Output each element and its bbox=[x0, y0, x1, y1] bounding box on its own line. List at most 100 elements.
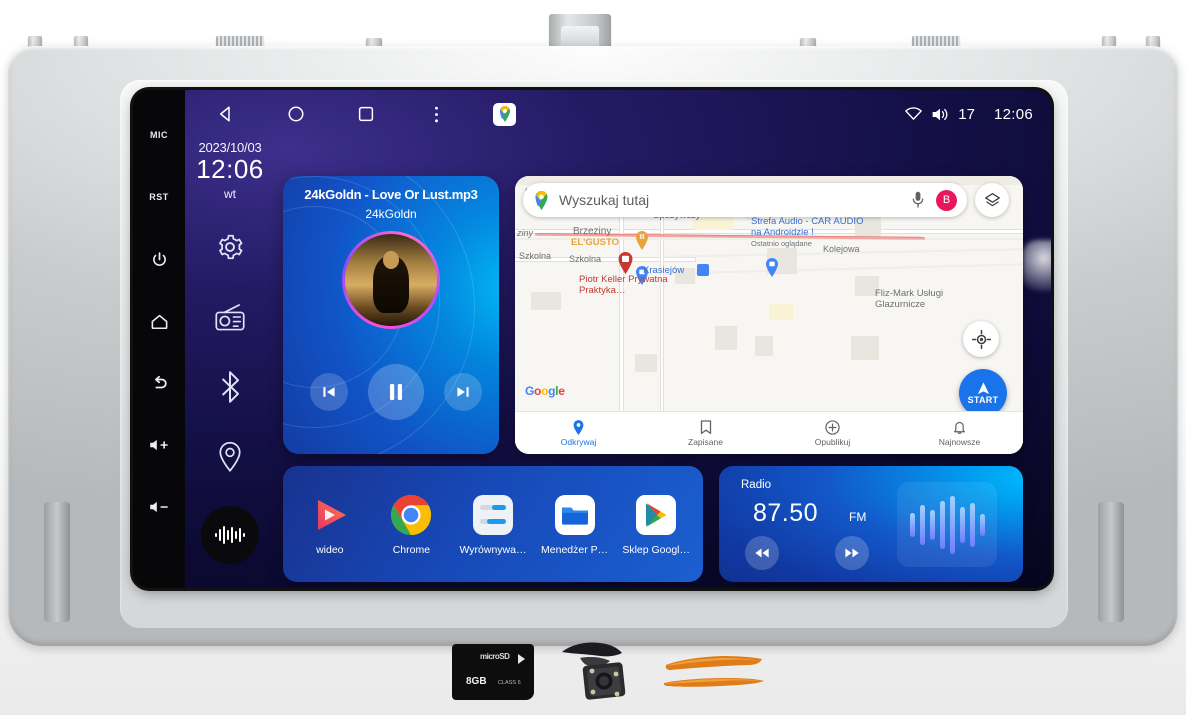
app-label: Wyrównywa… bbox=[459, 543, 527, 556]
map-search-bar[interactable]: Wyszukaj tutaj B bbox=[523, 183, 967, 217]
music-next-button[interactable] bbox=[444, 373, 482, 411]
map-road bbox=[620, 190, 623, 420]
navigation-buttons bbox=[213, 101, 516, 127]
screen-glare bbox=[1023, 240, 1051, 292]
rail-item-music-shortcut[interactable] bbox=[201, 506, 259, 564]
skip-previous-icon bbox=[323, 387, 335, 397]
music-artist: 24kGoldn bbox=[365, 207, 417, 221]
android-home-screen[interactable]: 17 12:06 2023/10/03 12:06 wt 24kGoldn - … bbox=[185, 90, 1051, 588]
map-poi-sub: Ostatnio oglądane bbox=[751, 238, 812, 248]
rail-item-settings[interactable] bbox=[203, 220, 257, 274]
radio-seek-up-button[interactable] bbox=[835, 536, 869, 570]
audio-bars-icon bbox=[959, 506, 965, 543]
app-shortcut-equalizer[interactable]: Wyrównywa… bbox=[455, 493, 531, 556]
google-logo: Google bbox=[525, 384, 565, 398]
touchscreen[interactable]: MIC RST 17 12:06 2023/10/03 12:06 wt 24k… bbox=[133, 90, 1051, 588]
map-layers-button[interactable] bbox=[975, 183, 1009, 217]
volume-level: 17 bbox=[958, 105, 975, 123]
bell-icon bbox=[954, 421, 965, 434]
hardkey-back[interactable] bbox=[133, 352, 185, 414]
map-station-badge[interactable] bbox=[697, 264, 709, 276]
map-poi-label[interactable]: Krasiejów bbox=[643, 265, 685, 277]
map-pin-restaurant[interactable] bbox=[635, 231, 649, 250]
rewind-icon bbox=[755, 548, 769, 558]
app-shortcut-video[interactable]: wideo bbox=[292, 493, 368, 556]
app-shortcut-play-store[interactable]: Sklep Googl… bbox=[618, 493, 694, 556]
explore-pin-icon bbox=[573, 419, 584, 435]
nav-back-button[interactable] bbox=[213, 101, 239, 127]
music-play-pause-button[interactable] bbox=[368, 364, 424, 420]
map-nav-contribute[interactable]: Opublikuj bbox=[769, 419, 896, 447]
back-triangle-icon bbox=[220, 106, 230, 122]
rail-item-radio[interactable] bbox=[203, 290, 257, 344]
map-poi-text: Krasiejów bbox=[643, 265, 685, 276]
voice-search-button[interactable] bbox=[908, 190, 928, 210]
avatar[interactable]: B bbox=[936, 189, 957, 211]
radio-band: FM bbox=[849, 510, 867, 524]
file-manager-folder-icon bbox=[553, 493, 597, 537]
map-my-location-button[interactable] bbox=[963, 321, 999, 357]
hardkey-rail: MIC RST bbox=[133, 90, 185, 588]
maps-shortcut-button[interactable] bbox=[493, 102, 516, 126]
music-previous-button[interactable] bbox=[310, 373, 348, 411]
fast-forward-icon bbox=[845, 548, 859, 558]
volume-icon bbox=[932, 108, 948, 120]
rail-item-navigation[interactable] bbox=[203, 430, 257, 484]
map-pin-medical[interactable] bbox=[617, 252, 634, 274]
date-text: 2023/10/03 bbox=[198, 140, 262, 155]
app-shortcut-file-manager[interactable]: Menedżer P… bbox=[537, 493, 613, 556]
map-poi-label[interactable]: Fliz-Mark Usługi Glazurnicze bbox=[875, 288, 975, 311]
hardkey-mic[interactable]: MIC bbox=[133, 104, 185, 166]
settings-icon bbox=[219, 234, 243, 260]
map-poi-label[interactable]: EL'GUSTO bbox=[571, 237, 620, 249]
map-building bbox=[715, 326, 737, 350]
map-search-input[interactable]: Wyszukaj tutaj bbox=[559, 192, 908, 208]
avatar-initial: B bbox=[942, 194, 951, 206]
maps-widget[interactable]: ziny Brzeziny Szkolna Szkolna Kolejowa K… bbox=[515, 176, 1023, 454]
recents-square-icon bbox=[358, 106, 374, 122]
map-poi-label[interactable]: Strefa Audio - CAR AUDIO na Androidzie !… bbox=[751, 216, 873, 248]
volume-down-icon bbox=[150, 501, 168, 513]
map-poi-text: EL'GUSTO bbox=[571, 237, 620, 248]
radio-widget[interactable]: Radio 87.50 FM bbox=[719, 466, 1023, 582]
radio-seek-down-button[interactable] bbox=[745, 536, 779, 570]
hardkey-power[interactable] bbox=[133, 228, 185, 290]
map-nav-saved[interactable]: Zapisane bbox=[642, 419, 769, 447]
map-street-label: Szkolna bbox=[519, 251, 552, 261]
map-street-label: ziny bbox=[517, 228, 534, 238]
hardkey-mic-label: MIC bbox=[150, 130, 168, 140]
hardkey-volume-down[interactable] bbox=[133, 476, 185, 538]
accessories-group: microSD 8GB CLASS 6 bbox=[430, 640, 770, 708]
chrome-icon bbox=[389, 493, 433, 537]
rail-item-bluetooth[interactable] bbox=[203, 360, 257, 414]
audio-bars-icon bbox=[909, 512, 915, 537]
map-pin-store[interactable] bbox=[765, 258, 779, 277]
map-poi-label[interactable]: Piotr Keller Prywatna Praktyka… bbox=[579, 274, 675, 297]
app-shortcut-chrome[interactable]: Chrome bbox=[373, 493, 449, 556]
audio-bars-icon bbox=[939, 500, 945, 549]
volume-up-icon bbox=[150, 439, 168, 451]
hardkey-volume-up[interactable] bbox=[133, 414, 185, 476]
hardkey-home[interactable] bbox=[133, 290, 185, 352]
map-start-navigation-button[interactable]: START bbox=[959, 369, 1007, 417]
map-nav-explore[interactable]: Odkrywaj bbox=[515, 419, 642, 447]
power-icon bbox=[152, 251, 166, 266]
audio-bars-icon bbox=[949, 495, 955, 554]
map-street-label: Szkolna bbox=[569, 254, 602, 264]
app-label: Sklep Googl… bbox=[622, 543, 691, 556]
status-indicators: 17 12:06 bbox=[905, 106, 1033, 123]
home-icon bbox=[151, 314, 167, 329]
map-nav-updates[interactable]: Najnowsze bbox=[896, 420, 1023, 447]
music-track-title: 24kGoldn - Love Or Lust.mp3 bbox=[304, 187, 478, 202]
music-player-widget[interactable]: 24kGoldn - Love Or Lust.mp3 24kGoldn bbox=[283, 176, 499, 454]
status-clock: 12:06 bbox=[993, 105, 1033, 123]
nav-home-button[interactable] bbox=[283, 101, 309, 127]
app-shortcuts-widget: wideo Chrome Wyrównywa… Menedżer P… Skle… bbox=[283, 466, 703, 582]
reversing-camera bbox=[562, 642, 626, 700]
nav-overflow-button[interactable] bbox=[423, 101, 449, 127]
map-poi-text: Piotr Keller Prywatna Praktyka… bbox=[579, 274, 668, 296]
map-building bbox=[769, 304, 793, 320]
hardkey-reset[interactable]: RST bbox=[133, 166, 185, 228]
map-building bbox=[531, 292, 561, 310]
nav-recents-button[interactable] bbox=[353, 101, 379, 127]
